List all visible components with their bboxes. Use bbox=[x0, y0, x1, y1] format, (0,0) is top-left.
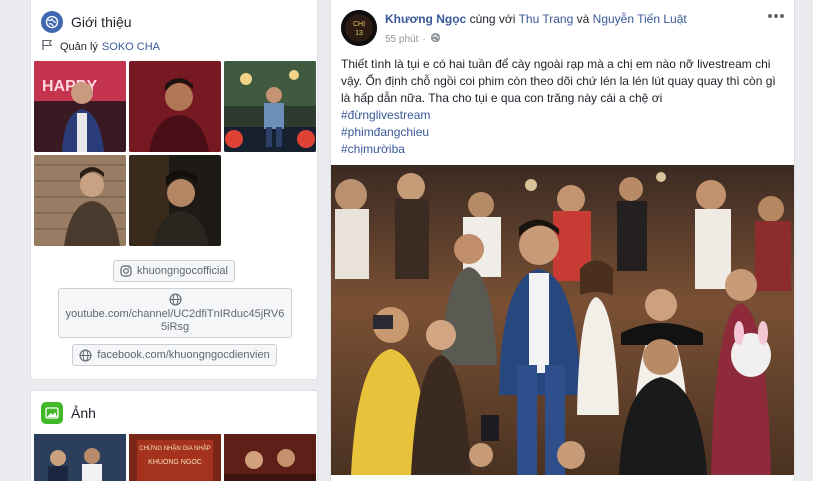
author-name-link[interactable]: Khương Ngọc bbox=[385, 12, 466, 26]
facebook-link-text: facebook.com/khuongngocdienvien bbox=[97, 349, 270, 361]
youtube-link-text: youtube.com/channel/UC2dfiTnIRduc45jRV65… bbox=[65, 307, 285, 333]
facebook-link[interactable]: facebook.com/khuongngocdienvien bbox=[72, 344, 277, 366]
post-author-line: Khương Ngọc cùng với Thu Trang và Nguyễn… bbox=[385, 12, 687, 26]
managed-by-row: Quản lý SOKO CHA bbox=[41, 39, 160, 54]
hashtag-link[interactable]: #phimđangchieu bbox=[341, 124, 786, 141]
post-meta: 55 phút · bbox=[385, 32, 441, 46]
post-card: CHỊ 13 Khương Ngọc cùng với Thu Trang và … bbox=[330, 0, 795, 481]
svg-text:CHỊ: CHỊ bbox=[353, 21, 365, 28]
dot bbox=[780, 14, 784, 18]
globe-icon bbox=[168, 292, 182, 306]
instagram-link-text: khuongngocofficial bbox=[137, 265, 228, 277]
hashtag-link[interactable]: #chịmườiba bbox=[341, 141, 786, 158]
photo-thumb[interactable] bbox=[224, 434, 316, 481]
author-avatar[interactable]: CHỊ 13 bbox=[341, 10, 377, 46]
intro-header: Giới thiệu bbox=[41, 10, 132, 34]
photos-header[interactable]: Ảnh bbox=[41, 401, 96, 425]
dot bbox=[768, 14, 772, 18]
dot bbox=[774, 14, 778, 18]
and-text: và bbox=[576, 12, 590, 26]
public-globe-icon[interactable] bbox=[430, 32, 441, 46]
separator-dot: · bbox=[422, 33, 426, 45]
post-text: Thiết tình là tụi e có hai tuần để cày n… bbox=[341, 56, 786, 158]
post-body: Thiết tình là tụi e có hai tuần để cày n… bbox=[341, 57, 776, 105]
tagged-user-link[interactable]: Thu Trang bbox=[519, 12, 574, 26]
flag-icon bbox=[41, 39, 54, 54]
svg-text:KHUONG NGOC: KHUONG NGOC bbox=[148, 459, 202, 466]
intro-photo[interactable] bbox=[34, 155, 126, 246]
photo-thumb[interactable]: CHỨNG NHẬN GIA NHẬP KHUONG NGOC bbox=[129, 434, 221, 481]
intro-photo[interactable] bbox=[224, 61, 316, 152]
photos-card: Ảnh CHỨNG NHẬN GIA NHẬP KHUONG NGOC bbox=[30, 390, 318, 481]
youtube-link[interactable]: youtube.com/channel/UC2dfiTnIRduc45jRV65… bbox=[58, 288, 292, 338]
svg-text:CHỨNG NHẬN GIA NHẬP: CHỨNG NHẬN GIA NHẬP bbox=[139, 445, 210, 452]
photos-title: Ảnh bbox=[71, 405, 96, 421]
intro-title: Giới thiệu bbox=[71, 14, 132, 30]
globe-icon bbox=[79, 348, 92, 362]
facebook-page: Giới thiệu Quản lý SOKO CHA HAPPY khuong… bbox=[0, 0, 813, 481]
intro-photo[interactable] bbox=[129, 155, 221, 246]
instagram-link[interactable]: khuongngocofficial bbox=[113, 260, 235, 282]
svg-text:13: 13 bbox=[355, 30, 363, 37]
intro-card: Giới thiệu Quản lý SOKO CHA HAPPY khuong… bbox=[30, 0, 318, 380]
instagram-icon bbox=[120, 265, 132, 277]
intro-photo[interactable] bbox=[129, 61, 221, 152]
globe-icon bbox=[41, 11, 63, 33]
managed-label: Quản lý bbox=[60, 40, 98, 53]
more-options-button[interactable] bbox=[766, 8, 786, 24]
post-timestamp[interactable]: 55 phút bbox=[385, 34, 418, 45]
hashtag-link[interactable]: #đừnglivestream bbox=[341, 107, 786, 124]
tagged-user-link[interactable]: Nguyễn Tiến Luật bbox=[593, 12, 687, 26]
photo-thumb[interactable] bbox=[34, 434, 126, 481]
intro-photo[interactable]: HAPPY bbox=[34, 61, 126, 152]
post-photo[interactable] bbox=[331, 165, 794, 475]
managed-page-link[interactable]: SOKO CHA bbox=[102, 41, 160, 53]
photos-icon bbox=[41, 402, 63, 424]
with-text: cùng với bbox=[469, 12, 516, 26]
